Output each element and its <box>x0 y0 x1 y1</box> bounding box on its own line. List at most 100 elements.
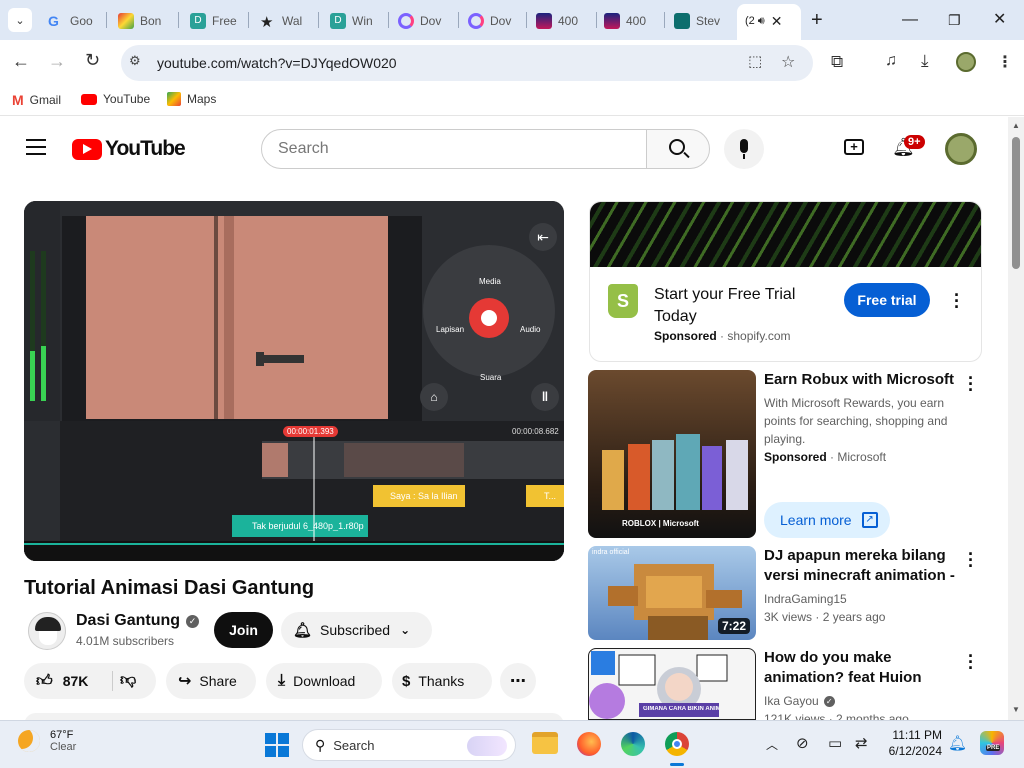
sidebar-ad-title[interactable]: Earn Robux with Microsoft <box>764 370 960 390</box>
browser-menu-icon[interactable]: ⋮ <box>997 52 1013 72</box>
download-button[interactable]: ⤓ Download <box>266 663 382 699</box>
weather-widget[interactable]: 67°F Clear <box>18 729 76 753</box>
tab-10[interactable]: Stev <box>674 8 722 34</box>
back-icon[interactable]: ← <box>12 51 30 72</box>
sidebar-video-channel-1[interactable]: IndraGaming15 <box>764 592 847 606</box>
channel-avatar[interactable] <box>28 612 66 650</box>
image-icon <box>604 13 620 29</box>
tab-3[interactable]: D Free <box>190 8 240 34</box>
tab-1[interactable]: G Goo <box>48 8 96 34</box>
sidebar-video-title-1[interactable]: DJ apapun mereka bilang versi minecraft … <box>764 546 962 586</box>
create-video-icon[interactable]: + <box>844 139 864 155</box>
speaker-icon[interactable]: 🔊︎ <box>758 15 765 28</box>
more-actions-button[interactable]: ⋯ <box>500 663 536 699</box>
copilot-icon[interactable]: PRE <box>980 731 1004 755</box>
tab-7[interactable]: Dov <box>468 8 518 34</box>
tab-6[interactable]: Dov <box>398 8 448 34</box>
download-icon[interactable]: ⤓ <box>921 51 929 71</box>
taskbar-search[interactable]: ⚲ Search <box>302 729 516 761</box>
forward-icon[interactable]: → <box>48 51 66 72</box>
profile-avatar[interactable] <box>956 52 976 72</box>
tab-2[interactable]: Bon <box>118 8 168 34</box>
chevron-up-icon[interactable]: ︿ <box>766 736 778 753</box>
rainbow-icon <box>118 13 134 29</box>
sidebar-ad-thumbnail[interactable]: ROBLOX | Microsoft <box>588 370 756 538</box>
sidebar-video-title-2[interactable]: How do you make animation? feat Huion <box>764 648 960 688</box>
circle-logo-icon <box>398 13 414 29</box>
tab-active-content[interactable]: (2 🔊︎ ✕ <box>745 8 797 34</box>
tab-separator <box>596 12 597 28</box>
minimize-button[interactable]: — <box>902 10 918 30</box>
extensions-icon[interactable]: ⧉ <box>831 52 843 72</box>
firefox-icon[interactable] <box>577 732 601 756</box>
scroll-up-arrow[interactable]: ▲ <box>1012 121 1020 130</box>
sidebar-video-thumbnail-2[interactable]: GIMANA CARA BIKIN ANIMASI <box>588 648 756 720</box>
hamburger-menu-icon[interactable] <box>26 139 46 155</box>
sidebar-video-thumbnail-1[interactable]: indra official 7:22 <box>588 546 756 640</box>
tab-8[interactable]: 400 <box>536 8 586 34</box>
notification-bell-icon[interactable]: 🔔︎ <box>948 734 967 752</box>
sidebar-video-more-icon-2[interactable]: · · · <box>968 647 974 677</box>
channel-name[interactable]: Dasi Gantung ✓ <box>76 612 200 630</box>
clock[interactable]: 11:11 PM 6/12/2024 <box>880 728 942 758</box>
edge-icon[interactable] <box>621 732 645 756</box>
time-current: 00:00:01.393 <box>283 426 338 437</box>
tab-separator <box>106 12 107 28</box>
new-tab-button[interactable]: + <box>811 10 823 30</box>
tab-4[interactable]: ★ Wal <box>260 8 308 34</box>
search-input[interactable] <box>261 129 647 169</box>
share-button[interactable]: ↪ Share <box>166 663 256 699</box>
audio-clip: Tak berjudul 6_480p_1.r80p <box>252 521 364 531</box>
window-close-button[interactable]: ✕ <box>993 10 1006 30</box>
thanks-button[interactable]: $ Thanks <box>392 663 492 699</box>
voice-search-button[interactable] <box>724 129 764 169</box>
thumbs-down-icon[interactable]: 👎︎ <box>120 671 136 690</box>
bookmark-star-icon[interactable]: ☆ <box>781 52 795 72</box>
chrome-icon[interactable] <box>665 732 689 756</box>
reload-icon[interactable]: ↻ <box>85 50 100 71</box>
file-explorer-icon[interactable] <box>532 732 558 754</box>
install-app-icon[interactable]: ⬚ <box>748 52 762 70</box>
moon-icon <box>18 730 40 752</box>
network-off-icon[interactable]: ⊘ <box>796 734 809 752</box>
sidebar-video-more-icon-1[interactable]: · · · <box>968 545 974 575</box>
learn-more-button[interactable]: Learn more ↗ <box>764 502 890 538</box>
display-icon[interactable]: ▭ <box>828 734 842 752</box>
ad-card[interactable]: S Start your Free Trial Today Sponsored … <box>589 201 982 362</box>
time-total: 00:00:08.682 <box>512 427 559 436</box>
video-player[interactable]: ⇤ Media Lapisan Audio Suara ⌂ ǁ 00:00:01… <box>24 201 564 561</box>
subscribed-button[interactable]: 🔔︎ Subscribed ⌄ <box>281 612 432 648</box>
like-button[interactable]: 👍︎ 87K 👎︎ <box>24 663 156 699</box>
description-box[interactable] <box>24 713 564 720</box>
youtube-logo[interactable]: YouTube <box>72 137 186 161</box>
scrollbar-thumb[interactable] <box>1012 137 1020 269</box>
sidebar-ad-more-icon[interactable]: · · · <box>968 369 974 399</box>
share-icon: ↪ <box>178 673 192 690</box>
tab-5[interactable]: D Win <box>330 8 378 34</box>
sidebar-video-stats-2: 121K views · 2 months ago <box>764 712 909 720</box>
page-scrollbar[interactable]: ▲ ▼ <box>1008 117 1024 720</box>
scroll-down-arrow[interactable]: ▼ <box>1012 705 1020 714</box>
tab-separator <box>664 12 665 28</box>
sync-icon[interactable]: ⇄ <box>855 734 868 752</box>
sidebar-video-channel-2[interactable]: Ika Gayou ✓ <box>764 694 835 708</box>
search-button[interactable] <box>646 129 710 169</box>
d-letter-icon: D <box>330 13 346 29</box>
join-button[interactable]: Join <box>214 612 273 648</box>
tab-9[interactable]: 400 <box>604 8 654 34</box>
ad-more-icon[interactable]: · · · <box>954 286 960 316</box>
close-icon[interactable]: ✕ <box>771 13 783 30</box>
bookmark-maps[interactable]: Maps <box>167 92 216 106</box>
free-trial-button[interactable]: Free trial <box>844 283 930 317</box>
address-bar[interactable]: ⚙ youtube.com/watch?v=DJYqedOW020 ⬚ ☆ <box>121 45 813 81</box>
site-settings-icon[interactable]: ⚙ <box>129 53 141 69</box>
tab-search-button[interactable]: ⌄ <box>8 8 32 32</box>
text-clip-1: Saya : Sa la Ilian <box>390 491 458 501</box>
bookmark-youtube[interactable]: YouTube <box>81 92 150 106</box>
media-control-icon[interactable]: ♫ <box>885 52 897 70</box>
maximize-button[interactable]: ❐ <box>948 10 961 30</box>
bookmark-gmail[interactable]: M Gmail <box>12 92 61 108</box>
url-text[interactable]: youtube.com/watch?v=DJYqedOW020 <box>157 55 397 71</box>
start-button[interactable] <box>265 733 289 757</box>
account-avatar[interactable] <box>945 133 977 165</box>
